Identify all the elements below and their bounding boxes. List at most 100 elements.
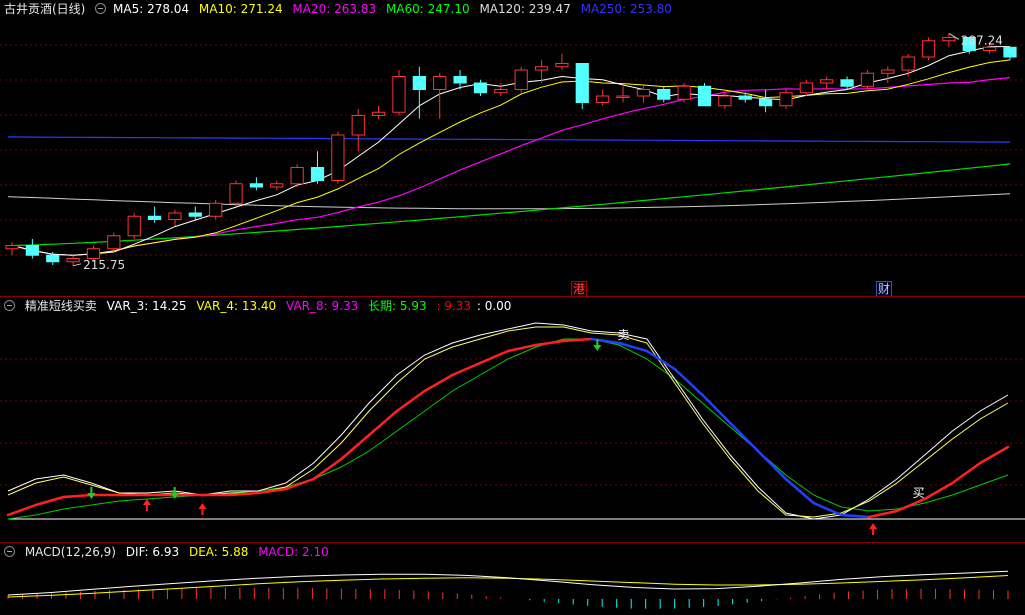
var8-segment — [451, 361, 482, 377]
candle — [5, 245, 19, 250]
candle — [412, 76, 426, 90]
var8-segment — [895, 497, 926, 513]
candle — [331, 134, 345, 181]
candle — [310, 167, 325, 181]
var8-segment — [534, 339, 565, 347]
candle — [921, 40, 936, 58]
dif-line — [7, 570, 1009, 596]
event-marker-finance[interactable]: 财 — [876, 281, 893, 297]
high-price-label: 287.24 — [961, 33, 1003, 47]
candle — [351, 115, 365, 136]
candle — [127, 215, 141, 237]
ma20-line — [11, 77, 1011, 256]
dif-label: DIF: 6.93 — [125, 545, 180, 559]
ma120-line — [7, 193, 1011, 210]
candle — [209, 202, 223, 217]
candle — [534, 66, 549, 71]
macd-panel[interactable]: MACD(12,26,9) DIF: 6.93 DEA: 5.88 MACD: … — [0, 543, 1025, 615]
event-marker-hk[interactable]: 港 — [571, 281, 588, 297]
candle — [494, 89, 508, 94]
candle — [636, 89, 650, 97]
var8-segment — [506, 343, 538, 353]
main-chart-panel[interactable]: 287.24 215.75 古井贡酒(日线) MA5: 278.04 MA10: … — [0, 0, 1025, 297]
candle — [718, 95, 732, 107]
var3-line — [7, 322, 1009, 520]
candle — [46, 254, 60, 263]
ma250-label: MA250: 253.80 — [580, 2, 672, 16]
macd-header: MACD(12,26,9) DIF: 6.93 DEA: 5.88 MACD: … — [0, 543, 335, 561]
long-term-label: 长期: 5.93 — [368, 299, 427, 313]
candlestick-chart[interactable]: 287.24 215.75 — [0, 0, 1025, 296]
candle — [860, 72, 875, 87]
ma10-label: MA10: 271.24 — [198, 2, 283, 16]
candle — [270, 183, 284, 188]
indicator-settings-icon[interactable] — [95, 3, 107, 14]
candle — [758, 98, 773, 107]
ma5-label: MA5: 278.04 — [113, 2, 190, 16]
ma250-line — [7, 136, 1011, 143]
buy-arrow — [142, 499, 151, 511]
sell-signal-label: 卖 — [617, 328, 629, 342]
candle — [901, 56, 915, 71]
var8-segment — [784, 477, 815, 505]
candle — [657, 89, 671, 100]
signal-indicator-panel[interactable]: 卖买 精准短线买卖 VAR_3: 14.25 VAR_4: 13.40 VAR_… — [0, 297, 1025, 542]
var8-segment — [756, 449, 788, 481]
candle — [779, 92, 793, 107]
candle — [738, 95, 752, 100]
candle — [555, 63, 569, 68]
ma120-label: MA120: 239.47 — [479, 2, 571, 16]
candle — [392, 76, 406, 113]
indicator-settings-icon[interactable] — [4, 300, 15, 311]
var8-segment — [34, 495, 65, 507]
candle — [1003, 46, 1017, 58]
dea-label: DEA: 5.88 — [188, 545, 249, 559]
candle — [616, 95, 630, 98]
candle — [147, 215, 162, 220]
candle — [453, 76, 467, 84]
signal-indicator-chart[interactable]: 卖买 — [0, 297, 1025, 542]
candle — [372, 111, 386, 116]
buy-signal-label: 买 — [913, 486, 925, 500]
candle — [66, 258, 80, 263]
var8-segment — [423, 373, 454, 393]
macd-value-label: MACD: 2.10 — [258, 545, 329, 559]
var8-segment — [840, 513, 871, 519]
stock-title: 古井贡酒(日线) — [4, 2, 86, 16]
signal-header: 精准短线买卖 VAR_3: 14.25 VAR_4: 13.40 VAR_8: … — [0, 297, 517, 315]
candle — [473, 82, 488, 94]
signal-title: 精准短线买卖 — [24, 299, 97, 313]
candle — [107, 235, 121, 250]
indicator-settings-icon[interactable] — [4, 546, 15, 557]
zero-value-label: : 0.00 — [476, 299, 512, 313]
candle — [596, 95, 610, 103]
buy-arrow — [869, 523, 878, 535]
low-pointer — [72, 263, 82, 267]
candle — [575, 63, 589, 103]
var8-segment — [62, 493, 93, 499]
candle — [983, 46, 997, 51]
var8-segment — [951, 461, 982, 485]
main-chart-header: 古井贡酒(日线) MA5: 278.04 MA10: 271.24 MA20: … — [0, 0, 678, 18]
candle — [249, 183, 264, 188]
buy-arrow — [198, 503, 207, 515]
var8-segment — [367, 409, 399, 437]
var8-segment — [645, 349, 676, 371]
candle — [677, 85, 691, 100]
candle — [514, 69, 528, 90]
var8-segment — [6, 503, 38, 517]
var8-label: VAR_8: 9.33 — [286, 299, 359, 313]
var3-label: VAR_3: 14.25 — [106, 299, 187, 313]
ma60-label: MA60: 247.10 — [385, 2, 470, 16]
candle — [25, 245, 39, 256]
var4-label: VAR_4: 13.40 — [196, 299, 277, 313]
candle — [229, 183, 243, 204]
candle — [942, 37, 956, 42]
ma5-line — [11, 46, 1010, 256]
macd-title: MACD(12,26,9) — [24, 545, 116, 559]
var8-segment — [978, 445, 1010, 465]
var8-segment — [728, 421, 760, 453]
ma20-label: MA20: 263.83 — [292, 2, 377, 16]
var8-segment — [867, 509, 899, 519]
low-price-label: 215.75 — [83, 258, 125, 272]
